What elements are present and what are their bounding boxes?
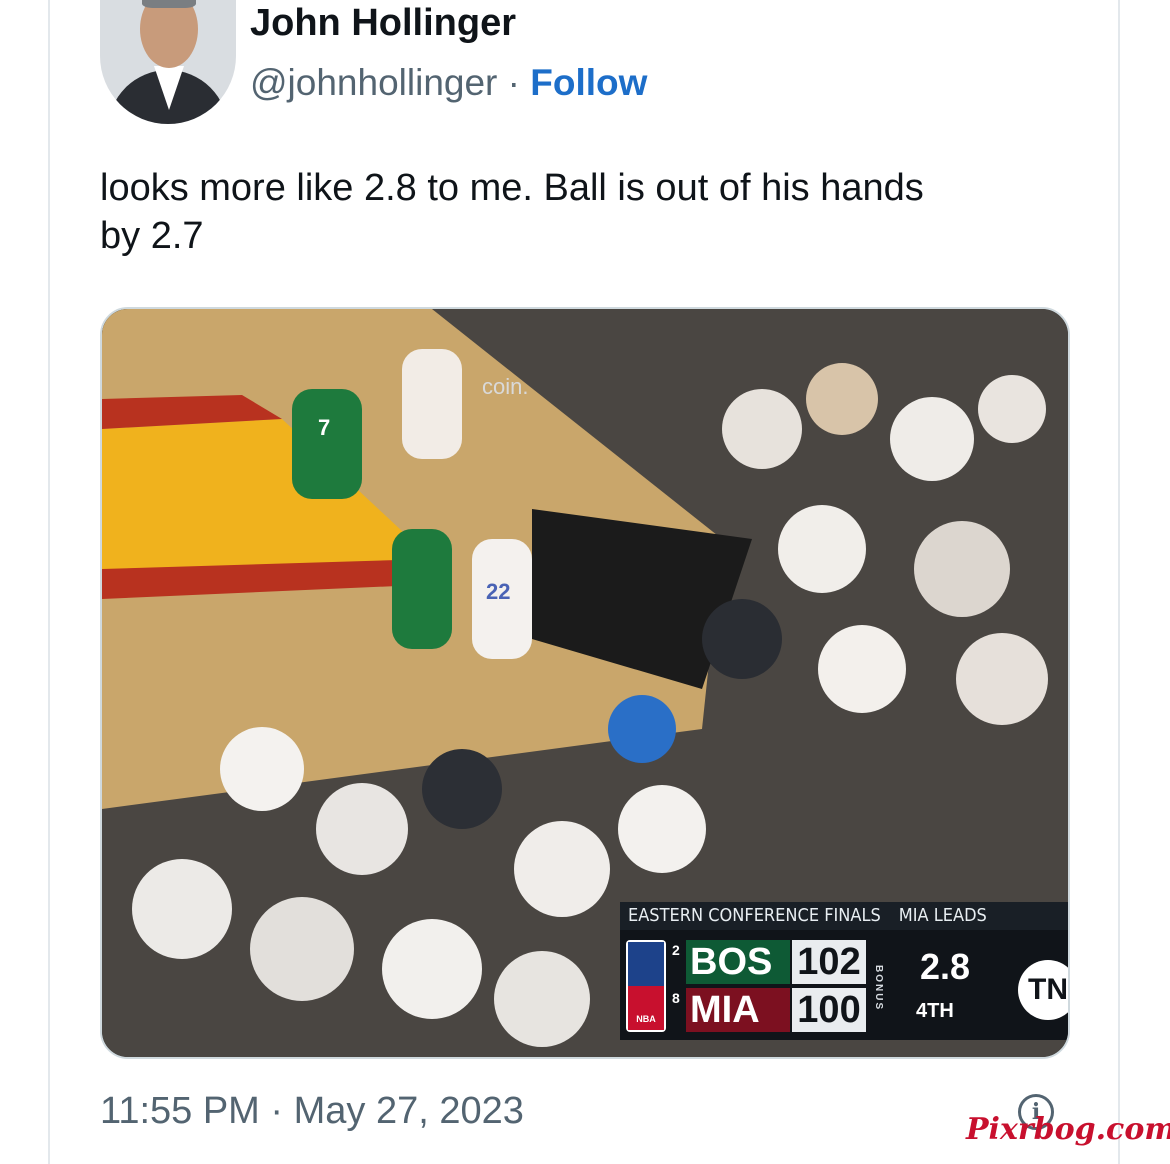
watermark: Pixrbog.com — [966, 1112, 1170, 1147]
author-name[interactable]: John Hollinger — [250, 2, 516, 45]
handle-row: @johnhollinger · Follow — [250, 62, 647, 104]
team-score: 102 — [792, 940, 866, 984]
team-row-bos: 2 BOS 102 — [672, 940, 870, 984]
game-period: 4TH — [916, 1000, 954, 1022]
follow-button[interactable]: Follow — [530, 62, 647, 103]
player-celtics-7 — [292, 389, 362, 499]
team-seed: 2 — [672, 942, 680, 958]
series-status: MIA LEADS — [898, 905, 987, 926]
bonus-indicator: BONUS — [873, 964, 884, 1012]
team-score: 100 — [792, 988, 866, 1032]
scoreboard-banner: EASTERN CONFERENCE FINALS MIA LEADS — [620, 902, 1068, 930]
game-clock: 2.8 — [920, 946, 971, 987]
tweet-text-line-2: by 2.7 — [100, 215, 204, 257]
avatar-face — [140, 0, 198, 68]
player-heat-white — [402, 349, 462, 459]
scoreboard: NBA 2 BOS 102 8 MIA 100 BONUS 2.8 4TH TN — [620, 930, 1068, 1040]
sponsor-text: coin. — [482, 374, 528, 399]
avatar[interactable] — [100, 0, 236, 124]
network-logo: TN — [1018, 960, 1068, 1020]
separator: · — [497, 62, 531, 103]
player-celtics-green — [392, 529, 452, 649]
tweet-media-image[interactable]: coin. 7 22 EASTERN CONFERENCE FINALS MIA… — [100, 307, 1070, 1059]
jersey-number-7: 7 — [318, 415, 330, 440]
league-logo-text: NBA — [636, 1014, 656, 1024]
avatar-hair — [142, 0, 196, 8]
team-abbr: MIA — [686, 988, 790, 1032]
league-logo-top — [628, 942, 664, 986]
team-seed: 8 — [672, 990, 680, 1006]
tweet-timestamp[interactable]: 11:55 PM · May 27, 2023 — [100, 1090, 524, 1133]
tweet-text-line-1: looks more like 2.8 to me. Ball is out o… — [100, 167, 924, 209]
series-label: EASTERN CONFERENCE FINALS — [628, 905, 881, 926]
league-logo: NBA — [626, 940, 666, 1032]
team-row-mia: 8 MIA 100 — [672, 988, 870, 1032]
tweet-text: looks more like 2.8 to me. Ball is out o… — [100, 164, 1080, 260]
team-abbr: BOS — [686, 940, 790, 984]
jersey-number-22: 22 — [486, 579, 510, 604]
author-handle[interactable]: @johnhollinger — [250, 62, 497, 103]
